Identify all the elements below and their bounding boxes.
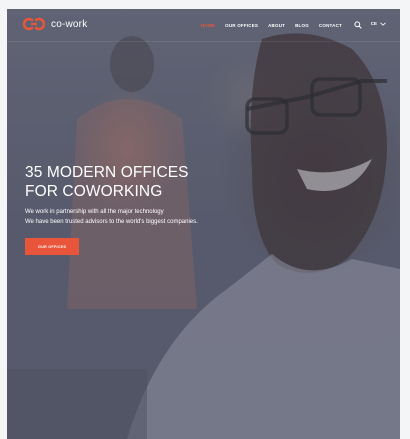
chevron-down-icon xyxy=(380,22,386,26)
hero-description-line: We have been trusted advisors to the wor… xyxy=(25,219,198,225)
navbar: co-work HOME OUR OFFICES ABOUT BLOG CONT… xyxy=(7,9,400,42)
logo[interactable]: co-work xyxy=(23,17,87,31)
hero-description: We work in partnership with all the majo… xyxy=(25,207,198,227)
language-selector[interactable]: CE xyxy=(371,21,386,26)
language-label: CE xyxy=(370,21,377,26)
logo-icon xyxy=(23,17,45,31)
logo-text: co-work xyxy=(51,18,88,30)
search-icon[interactable] xyxy=(354,21,362,29)
nav-item-home[interactable]: HOME xyxy=(201,23,215,28)
hero-title: 35 MODERN OFFICES FOR COWORKING xyxy=(25,164,189,200)
nav-item-about[interactable]: ABOUT xyxy=(268,23,285,28)
nav-item-our-offices[interactable]: OUR OFFICES xyxy=(225,23,258,28)
our-offices-button[interactable]: OUR OFFICES xyxy=(25,238,79,255)
page: co-work HOME OUR OFFICES ABOUT BLOG CONT… xyxy=(7,9,400,439)
nav-item-blog[interactable]: BLOG xyxy=(295,23,309,28)
nav-item-contact[interactable]: CONTACT xyxy=(319,23,342,28)
main-nav: HOME OUR OFFICES ABOUT BLOG CONTACT xyxy=(191,9,342,41)
hero-description-line: We work in partnership with all the majo… xyxy=(25,209,164,215)
